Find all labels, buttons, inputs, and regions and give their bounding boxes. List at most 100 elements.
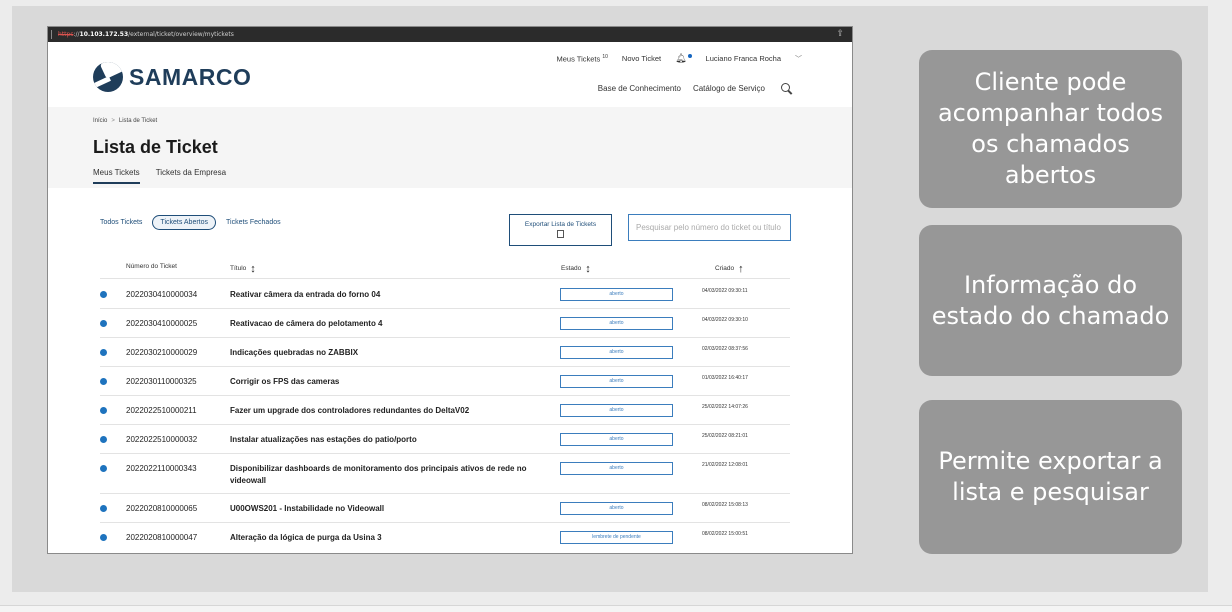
tab-company-tickets[interactable]: Tickets da Empresa: [156, 168, 226, 184]
created-date: 04/03/2022 09:30:11: [702, 288, 748, 294]
search-icon[interactable]: [781, 83, 792, 94]
service-catalog-link[interactable]: Catálogo de Serviço: [693, 84, 765, 93]
export-list-button[interactable]: Exportar Lista de Tickets: [509, 214, 612, 246]
my-tickets-count: 10: [602, 53, 608, 60]
browser-window: https://10.103.172.53/external/ticket/ov…: [47, 26, 853, 554]
chevron-down-icon: ﹀: [795, 55, 802, 63]
app-header: SAMARCO Meus Tickets 10 Novo Ticket 🔔︎ L…: [48, 42, 852, 107]
table-row[interactable]: 2022020810000047 Alteração da lógica de …: [100, 523, 790, 552]
title-area: Início > Lista de Ticket Lista de Ticket M…: [48, 107, 852, 188]
callout-text: Informação do estado do chamado: [931, 270, 1170, 330]
callout-export-search: Permite exportar a lista e pesquisar: [919, 400, 1182, 554]
created-date: 02/03/2022 08:37:56: [702, 346, 748, 352]
table-header: Número do Ticket Título ↕ Estado ↕ Criado ↑: [100, 256, 790, 279]
ticket-title[interactable]: Reativar câmera da entrada do forno 04: [230, 289, 550, 301]
status-badge: lembrete de pendente: [560, 531, 673, 544]
filter-open-tickets[interactable]: Tickets Abertos: [152, 215, 217, 230]
col-title-header[interactable]: Título ↕: [230, 263, 256, 275]
ticket-number[interactable]: 2022022510000032: [126, 435, 197, 444]
ticket-list-panel: Todos Tickets Tickets Abertos Tickets Fe…: [48, 188, 852, 553]
filter-all-tickets[interactable]: Todos Tickets: [100, 219, 142, 226]
logo-mark: [93, 62, 123, 92]
callout-text: Permite exportar a lista e pesquisar: [938, 447, 1163, 506]
sort-arrows-icon[interactable]: ↕: [250, 263, 256, 275]
table-row[interactable]: 2022022110000343 Disponibilizar dashboar…: [100, 454, 790, 494]
bottom-strip: [0, 605, 1232, 612]
table-row[interactable]: 2022030210000029 Indicações quebradas no…: [100, 338, 790, 367]
status-dot: [100, 505, 107, 512]
share-icon[interactable]: ⇪: [836, 27, 844, 42]
ticket-title[interactable]: Corrigir os FPS das cameras: [230, 376, 550, 388]
ticket-title[interactable]: Indicações quebradas no ZABBIX: [230, 347, 550, 359]
ticket-title[interactable]: Fazer um upgrade dos controladores redun…: [230, 405, 550, 417]
breadcrumb-home[interactable]: Início: [93, 118, 107, 124]
created-date: 21/02/2022 12:08:01: [702, 462, 748, 468]
col-status-label: Estado: [561, 265, 582, 272]
address-bar-edge: [51, 30, 52, 39]
ticket-number[interactable]: 2022022510000211: [126, 406, 197, 415]
ticket-title[interactable]: Disponibilizar dashboards de monitoramen…: [230, 463, 550, 487]
status-dot: [100, 534, 107, 541]
ticket-number[interactable]: 2022022110000343: [126, 464, 197, 473]
status-badge: aberto: [560, 375, 673, 388]
notifications-button[interactable]: 🔔︎: [675, 53, 692, 64]
my-tickets-link[interactable]: Meus Tickets 10: [556, 54, 607, 64]
new-ticket-link[interactable]: Novo Ticket: [622, 54, 661, 63]
status-badge: aberto: [560, 346, 673, 359]
status-badge: aberto: [560, 317, 673, 330]
knowledge-base-link[interactable]: Base de Conhecimento: [598, 84, 681, 93]
created-date: 08/02/2022 15:08:13: [702, 502, 748, 508]
status-dot: [100, 465, 107, 472]
ticket-number[interactable]: 2022030110000325: [126, 377, 197, 386]
logo-text: SAMARCO: [129, 63, 252, 90]
ticket-number[interactable]: 2022030210000029: [126, 348, 197, 357]
callout-text: Cliente pode acompanhar todos os chamado…: [937, 68, 1164, 189]
tab-my-tickets[interactable]: Meus Tickets: [93, 168, 140, 184]
created-date: 25/02/2022 08:21:01: [702, 433, 748, 439]
status-dot: [100, 436, 107, 443]
table-row[interactable]: 2022020810000065 U00OWS201 - Instabilida…: [100, 494, 790, 523]
ticket-number[interactable]: 2022030410000034: [126, 290, 197, 299]
created-date: 01/03/2022 16:40:17: [702, 375, 748, 381]
ticket-search-input[interactable]: Pesquisar pelo número do ticket ou títul…: [628, 214, 791, 241]
status-filters: Todos Tickets Tickets Abertos Tickets Fe…: [100, 215, 291, 230]
url-host: 10.103.172.53: [79, 31, 129, 38]
bell-icon: 🔔︎: [675, 53, 687, 63]
sort-up-icon[interactable]: ↑: [738, 263, 744, 275]
address-bar[interactable]: https://10.103.172.53/external/ticket/ov…: [48, 27, 852, 42]
sort-arrows-icon[interactable]: ↕: [585, 263, 591, 275]
status-badge: aberto: [560, 288, 673, 301]
ticket-tabs: Meus Tickets Tickets da Empresa: [93, 168, 242, 184]
table-row[interactable]: 2022022510000032 Instalar atualizações n…: [100, 425, 790, 454]
filter-closed-tickets[interactable]: Tickets Fechados: [226, 219, 281, 226]
breadcrumb-separator: >: [111, 118, 115, 124]
created-date: 08/02/2022 15:00:51: [702, 531, 748, 537]
status-dot: [100, 378, 107, 385]
col-title-label: Título: [230, 265, 247, 272]
col-status-header[interactable]: Estado ↕: [561, 263, 591, 275]
ticket-number[interactable]: 2022030410000025: [126, 319, 197, 328]
samarco-logo[interactable]: SAMARCO: [93, 62, 251, 92]
ticket-number[interactable]: 2022020810000047: [126, 533, 197, 542]
table-row[interactable]: 2022030410000034 Reativar câmera da entr…: [100, 280, 790, 309]
user-menu[interactable]: Luciano Franca Rocha ﹀: [706, 54, 802, 64]
col-number-header[interactable]: Número do Ticket: [126, 263, 177, 270]
ticket-title[interactable]: U00OWS201 - Instabilidade no Videowall: [230, 503, 550, 515]
col-created-header[interactable]: Criado ↑: [715, 263, 744, 275]
page-title: Lista de Ticket: [93, 137, 218, 157]
export-file-icon: [557, 230, 564, 238]
ticket-title[interactable]: Alteração da lógica de purga da Usina 3: [230, 532, 550, 544]
callout-track-tickets: Cliente pode acompanhar todos os chamado…: [919, 50, 1182, 208]
created-date: 25/02/2022 14:07:26: [702, 404, 748, 410]
col-created-label: Criado: [715, 265, 735, 272]
callout-status-info: Informação do estado do chamado: [919, 225, 1182, 376]
table-row[interactable]: 2022030110000325 Corrigir os FPS das cam…: [100, 367, 790, 396]
ticket-number[interactable]: 2022020810000065: [126, 504, 197, 513]
export-label: Exportar Lista de Tickets: [524, 221, 597, 228]
table-row[interactable]: 2022030410000025 Reativacao de câmera do…: [100, 309, 790, 338]
status-dot: [100, 320, 107, 327]
ticket-title[interactable]: Instalar atualizações nas estações do pa…: [230, 434, 550, 446]
table-row[interactable]: 2022022510000211 Fazer um upgrade dos co…: [100, 396, 790, 425]
status-badge: aberto: [560, 404, 673, 417]
ticket-title[interactable]: Reativacao de câmera do pelotamento 4: [230, 318, 550, 330]
